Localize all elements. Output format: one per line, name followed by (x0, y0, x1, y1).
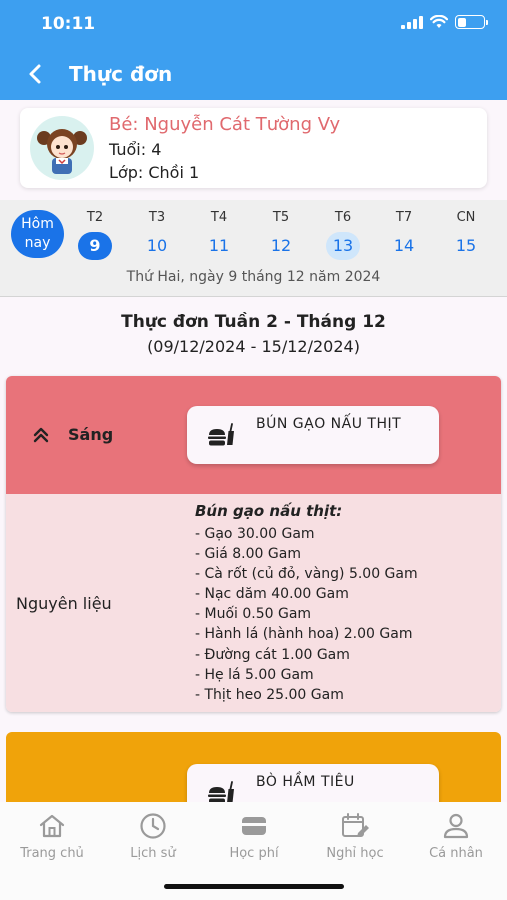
day-name: T6 (334, 210, 352, 225)
ingredient-item: - Muối 0.50 Gam (195, 606, 312, 623)
ingredients-title: Bún gạo nấu thịt: (195, 502, 343, 520)
ingredient-item: - Hành lá (hành hoa) 2.00 Gam (195, 626, 413, 643)
day-name: T3 (148, 210, 166, 225)
person-icon (443, 813, 469, 839)
day-number: 14 (393, 236, 415, 255)
tab-label: Trang chủ (20, 846, 84, 861)
day-number: 15 (455, 236, 477, 255)
home-indicator (164, 884, 344, 889)
day-mon[interactable]: T2 9 (75, 210, 115, 260)
day-fri[interactable]: T6 13 (323, 210, 363, 260)
tab-history[interactable]: Lịch sử (103, 812, 203, 861)
menu-date-range: (09/12/2024 - 15/12/2024) (147, 337, 360, 356)
child-name: Bé: Nguyễn Cát Tường Vy (109, 114, 341, 135)
ingredients-list: Bún gạo nấu thịt: - Gạo 30.00 Gam - Giá … (195, 502, 418, 705)
ingredient-item: - Nạc dăm 40.00 Gam (195, 586, 349, 603)
child-class: Lớp: Chồi 1 (109, 163, 200, 182)
day-thu[interactable]: T5 12 (261, 210, 301, 260)
tab-home[interactable]: Trang chủ (2, 812, 102, 861)
tab-profile[interactable]: Cá nhân (406, 812, 506, 861)
food-icon (208, 423, 234, 446)
status-icons (401, 15, 488, 29)
app-header: 10:11 Thực đơn (0, 0, 507, 100)
home-icon (39, 814, 65, 838)
tab-label: Cá nhân (429, 846, 483, 861)
menu-title: Thực đơn Tuần 2 - Tháng 12 (121, 312, 386, 332)
day-number: 12 (270, 236, 292, 255)
day-number: 10 (146, 236, 168, 255)
signal-icon (401, 15, 423, 29)
day-name: T7 (395, 210, 413, 225)
day-number: 13 (326, 232, 360, 260)
dish-name: BÚN GẠO NẤU THỊT (256, 416, 402, 432)
day-number: 11 (208, 236, 230, 255)
wallet-icon (242, 817, 266, 835)
week-selector: Hôm nay T2 9 T3 10 T4 11 T5 12 T6 13 T7 … (0, 200, 507, 297)
child-info-card: Bé: Nguyễn Cát Tường Vy Tuổi: 4 Lớp: Chồ… (20, 108, 487, 188)
ingredient-item: - Cà rốt (củ đỏ, vàng) 5.00 Gam (195, 566, 418, 583)
status-time: 10:11 (41, 14, 96, 34)
ingredient-item: - Giá 8.00 Gam (195, 546, 301, 563)
day-name: T4 (210, 210, 228, 225)
day-tue[interactable]: T3 10 (137, 210, 177, 260)
tab-leave[interactable]: Nghỉ học (305, 812, 405, 861)
child-avatar (30, 116, 94, 180)
meal-label: Sáng (68, 425, 114, 444)
child-age: Tuổi: 4 (109, 140, 162, 159)
dish-button[interactable]: BÚN GẠO NẤU THỊT (187, 406, 439, 464)
day-name: T2 (86, 210, 104, 225)
ingredients-label: Nguyên liệu (16, 594, 112, 613)
day-wed[interactable]: T4 11 (199, 210, 239, 260)
chevron-double-up-icon[interactable] (32, 426, 50, 444)
meal-header[interactable]: Sáng BÚN GẠO NẤU THỊT (6, 376, 501, 494)
wifi-icon (430, 15, 448, 28)
ingredient-item: - Thịt heo 25.00 Gam (195, 686, 344, 703)
tab-label: Học phí (229, 846, 279, 861)
selected-date-label: Thứ Hai, ngày 9 tháng 12 năm 2024 (126, 269, 381, 285)
calendar-edit-icon (342, 813, 369, 837)
day-name: CN (456, 210, 476, 225)
battery-icon (455, 15, 488, 29)
ingredient-item: - Hẹ lá 5.00 Gam (195, 666, 314, 683)
ingredients-panel: Nguyên liệu Bún gạo nấu thịt: - Gạo 30.0… (6, 494, 501, 712)
day-name: T5 (272, 210, 290, 225)
ingredient-item: - Gạo 30.00 Gam (195, 526, 315, 542)
dish-name: BÒ HẦM TIÊU (256, 774, 355, 790)
ingredient-item: - Đường cát 1.00 Gam (195, 646, 350, 663)
day-number: 9 (78, 232, 112, 260)
page-title: Thực đơn (69, 62, 173, 86)
clock-icon (140, 813, 166, 839)
today-button[interactable]: Hôm nay (11, 210, 64, 258)
meal-card-morning: Sáng BÚN GẠO NẤU THỊT Nguyên liệu Bún gạ… (6, 376, 501, 712)
tab-label: Nghỉ học (326, 846, 384, 861)
day-sun[interactable]: CN 15 (446, 210, 486, 260)
tab-label: Lịch sử (130, 846, 176, 861)
tab-tuition[interactable]: Học phí (204, 812, 304, 861)
back-arrow-icon[interactable] (24, 62, 48, 86)
day-sat[interactable]: T7 14 (384, 210, 424, 260)
